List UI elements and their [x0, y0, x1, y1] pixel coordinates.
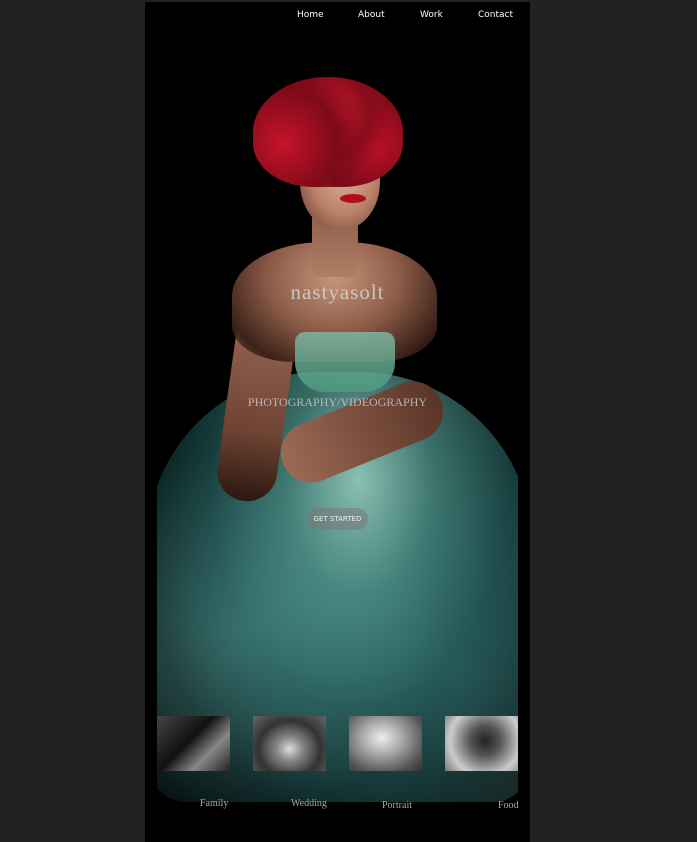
category-label-portrait[interactable]: Portrait: [382, 800, 412, 811]
thumbnail-family[interactable]: [157, 716, 230, 771]
category-label-food[interactable]: Food: [498, 800, 519, 811]
bodice-shape: [295, 332, 395, 392]
page-container: Home About Work Contact nastyasolt PHOTO…: [145, 2, 530, 842]
hero-photo: [157, 42, 518, 802]
hero-tagline: PHOTOGRAPHY/VIDEOGRAPHY: [247, 395, 428, 409]
nav-about-link[interactable]: About: [358, 10, 385, 20]
category-label-wedding[interactable]: Wedding: [291, 798, 327, 809]
nav-home-link[interactable]: Home: [297, 10, 324, 20]
thumbnail-wedding[interactable]: [253, 716, 326, 771]
nav-work-link[interactable]: Work: [420, 10, 443, 20]
nav-contact-link[interactable]: Contact: [478, 10, 513, 20]
flower-crown-shape: [253, 77, 403, 187]
category-label-family[interactable]: Family: [200, 798, 228, 809]
thumbnail-food[interactable]: [445, 716, 518, 771]
thumbnail-portrait[interactable]: [349, 716, 422, 771]
brand-name: nastyasolt: [290, 280, 385, 304]
lips-shape: [340, 194, 366, 203]
top-nav: Home About Work Contact: [145, 10, 530, 28]
get-started-button[interactable]: GET STARTED: [307, 508, 368, 530]
